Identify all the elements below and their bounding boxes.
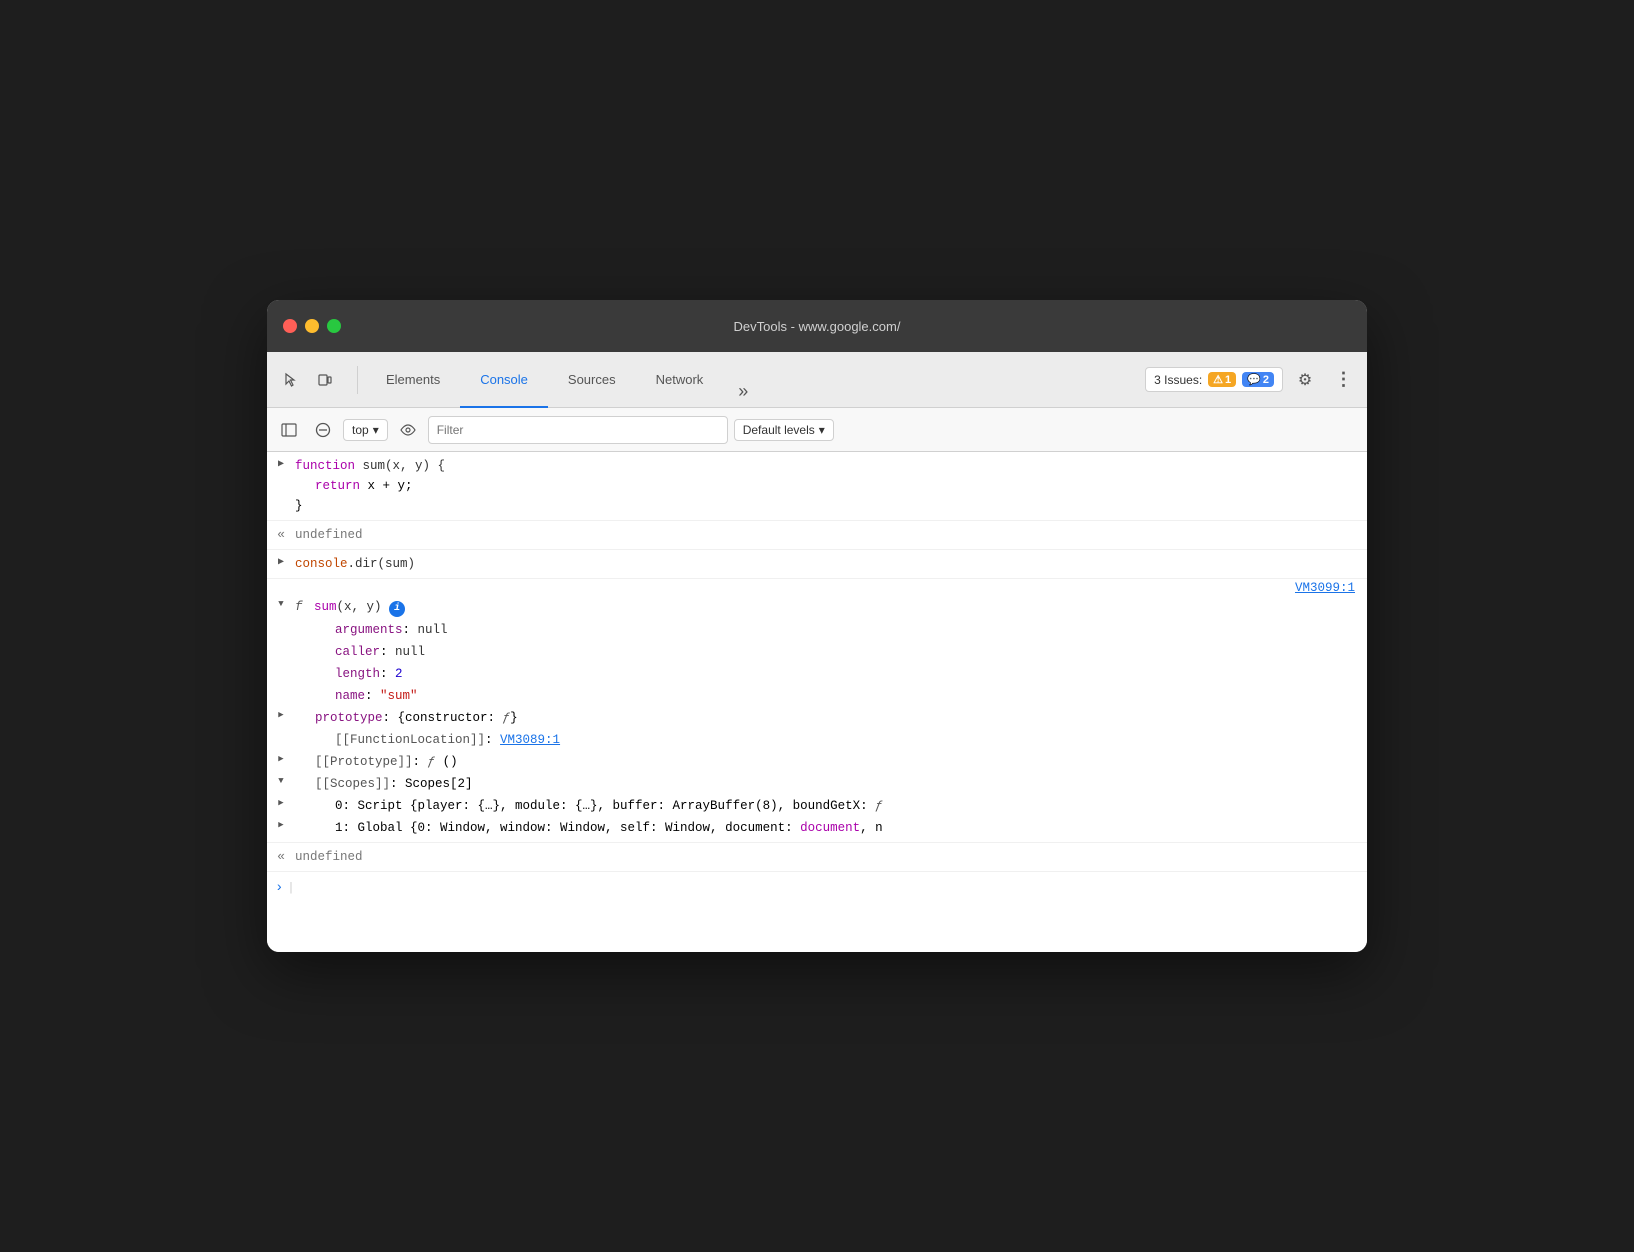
traffic-lights <box>283 319 341 333</box>
prop-scopes: ▼ [[Scopes]]: Scopes[2] <box>267 773 1367 795</box>
close-button[interactable] <box>283 319 297 333</box>
context-selector[interactable]: top ▾ <box>343 419 388 441</box>
log-levels-button[interactable]: Default levels ▾ <box>734 419 834 441</box>
minimize-button[interactable] <box>305 319 319 333</box>
prop-name: name: "sum" <box>267 685 1367 707</box>
scope-0: ▶ 0: Script {player: {…}, module: {…}, b… <box>267 795 1367 817</box>
tab-sources[interactable]: Sources <box>548 353 636 408</box>
entry-gutter-3: ▶ <box>267 554 295 568</box>
more-tabs-button[interactable]: » <box>727 375 759 407</box>
entry-content-1: function sum(x, y) { return x + y; } <box>295 456 1359 516</box>
tab-console[interactable]: Console <box>460 353 548 408</box>
prop-prototype-chain: ▶ [[Prototype]]: ƒ () <box>267 751 1367 773</box>
cursor-icon-button[interactable] <box>275 364 307 396</box>
info-icon[interactable]: i <box>389 601 405 617</box>
console-input-prompt[interactable]: › | <box>267 872 1367 904</box>
prop-functionlocation: [[FunctionLocation]]: VM3089:1 <box>267 729 1367 751</box>
devtools-window: DevTools - www.google.com/ Elements <box>267 300 1367 952</box>
titlebar: DevTools - www.google.com/ <box>267 300 1367 352</box>
console-entry-dir-output: VM3099:1 ▼ f sum(x, y) i arguments: null <box>267 579 1367 843</box>
prompt-chevron: › <box>275 880 283 896</box>
issues-button[interactable]: 3 Issues: ⚠ 1 💬 2 <box>1145 367 1283 392</box>
prop-length: length: 2 <box>267 663 1367 685</box>
console-content: ▶ function sum(x, y) { return x + y; } «… <box>267 452 1367 952</box>
maximize-button[interactable] <box>327 319 341 333</box>
result-arrow-2: « <box>277 849 285 864</box>
dir-output-header: ▼ f sum(x, y) i <box>267 595 1367 619</box>
main-toolbar: Elements Console Sources Network » 3 Iss… <box>267 352 1367 408</box>
clear-console-button[interactable] <box>309 416 337 444</box>
vm-link-container: VM3099:1 <box>267 579 1367 595</box>
prop-caller: caller: null <box>267 641 1367 663</box>
proto-expand[interactable]: ▶ <box>278 754 283 764</box>
console-toolbar: top ▾ Default levels ▾ <box>267 408 1367 452</box>
console-entry-dir: ▶ console.dir(sum) <box>267 550 1367 579</box>
entry-content-3: console.dir(sum) <box>295 554 1359 574</box>
entry-gutter-5: « <box>267 847 295 864</box>
scope0-expand[interactable]: ▶ <box>278 798 283 808</box>
console-entry-undefined-1: « undefined <box>267 521 1367 550</box>
prop-prototype: ▶ prototype: {constructor: ƒ} <box>267 707 1367 729</box>
expand-arrow-1[interactable]: ▶ <box>278 458 284 470</box>
scope1-expand[interactable]: ▶ <box>278 820 283 830</box>
issues-warning-badge: ⚠ 1 <box>1208 372 1236 387</box>
window-title: DevTools - www.google.com/ <box>734 319 901 334</box>
tab-bar: Elements Console Sources Network » <box>366 352 759 407</box>
scopes-expand[interactable]: ▼ <box>278 776 283 786</box>
context-dropdown-arrow: ▾ <box>373 423 379 437</box>
context-label: top <box>352 423 369 437</box>
vm-link-3099[interactable]: VM3099:1 <box>1295 581 1355 595</box>
tab-elements[interactable]: Elements <box>366 353 460 408</box>
toolbar-divider <box>357 366 358 394</box>
sidebar-toggle-button[interactable] <box>275 416 303 444</box>
entry-gutter-1: ▶ <box>267 456 295 470</box>
expand-down-arrow[interactable]: ▼ <box>278 599 283 609</box>
prototype-expand[interactable]: ▶ <box>278 710 283 720</box>
entry-gutter-2: « <box>267 525 295 542</box>
console-keyword: console <box>295 557 348 571</box>
prompt-cursor: | <box>287 881 294 895</box>
expand-arrow-3[interactable]: ▶ <box>278 556 284 568</box>
undefined-value-1: undefined <box>295 528 363 542</box>
undefined-value-2: undefined <box>295 850 363 864</box>
toolbar-right: 3 Issues: ⚠ 1 💬 2 ⚙ ⋮ <box>1145 364 1359 396</box>
settings-gear-button[interactable]: ⚙ <box>1289 364 1321 396</box>
prop-arguments: arguments: null <box>267 619 1367 641</box>
console-entry-function-def: ▶ function sum(x, y) { return x + y; } <box>267 452 1367 521</box>
issues-info-badge: 💬 2 <box>1242 372 1274 387</box>
toolbar-icons <box>275 364 341 396</box>
issues-label: 3 Issues: <box>1154 373 1202 387</box>
device-toolbar-icon-button[interactable] <box>309 364 341 396</box>
filter-input[interactable] <box>428 416 728 444</box>
keyword-function: function <box>295 459 355 473</box>
console-entry-undefined-2: « undefined <box>267 843 1367 872</box>
entry-content-5: undefined <box>295 847 1359 867</box>
kebab-menu-button[interactable]: ⋮ <box>1327 364 1359 396</box>
entry-content-2: undefined <box>295 525 1359 545</box>
scope-1: ▶ 1: Global {0: Window, window: Window, … <box>267 817 1367 842</box>
eye-icon-button[interactable] <box>394 416 422 444</box>
result-arrow-1: « <box>277 527 285 542</box>
vm-link-3089[interactable]: VM3089:1 <box>500 733 560 747</box>
tab-network[interactable]: Network <box>636 353 724 408</box>
